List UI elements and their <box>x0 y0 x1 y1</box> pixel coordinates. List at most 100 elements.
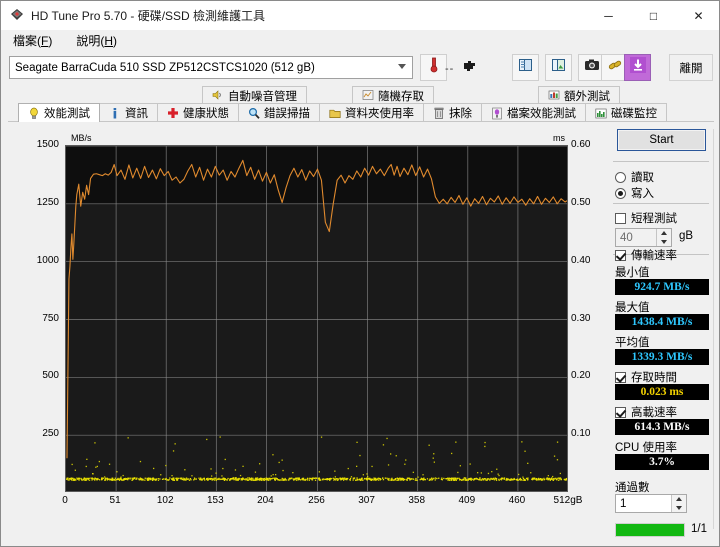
plugin-button[interactable] <box>456 54 483 81</box>
tab-strip: 自動噪音管理 隨機存取 額外測試 效能測試 資訊 健康狀態 錯誤掃描 資料夾使用… <box>8 86 714 122</box>
extra-test-icon <box>548 89 560 102</box>
passes-stepper[interactable] <box>671 495 686 512</box>
random-access-icon <box>362 89 374 102</box>
close-button[interactable]: ✕ <box>676 1 719 30</box>
burst-rate-label: 高載速率 <box>631 407 677 419</box>
y-axis-tick: 750 <box>42 312 59 324</box>
file-benchmark-icon <box>491 107 503 120</box>
control-panel: Start 讀取 寫入 短程測試 40 gB 傳輸速率 最小值 924.7 MB… <box>609 129 715 537</box>
magnifier-icon <box>248 107 260 120</box>
tab-info[interactable]: 資訊 <box>99 103 158 122</box>
health-cross-icon <box>167 107 179 120</box>
tab-erase[interactable]: 抹除 <box>423 103 482 122</box>
window-title: HD Tune Pro 5.70 - 硬碟/SSD 檢測維護工具 <box>31 8 266 23</box>
x-axis-tick: 358 <box>408 495 426 506</box>
minimize-button[interactable]: ─ <box>586 1 631 30</box>
x-axis-tick: 307 <box>358 495 375 506</box>
chevron-down-icon <box>398 64 406 69</box>
speaker-icon <box>212 89 224 102</box>
short-stroke-label: 短程測試 <box>631 213 677 225</box>
mode-write-radio[interactable]: 寫入 <box>615 185 654 201</box>
tab-error-scan[interactable]: 錯誤掃描 <box>238 103 320 122</box>
y2-axis-tick: 0.30 <box>571 312 591 324</box>
maximum-label: 最大值 <box>615 302 650 314</box>
stepper-up-icon <box>676 497 682 502</box>
tab-extra-tests[interactable]: 額外測試 <box>538 86 620 104</box>
y-axis-tick: 1000 <box>36 254 59 266</box>
radio-read-indicator <box>615 171 626 183</box>
plot-area <box>65 145 568 492</box>
trash-icon <box>433 107 445 120</box>
temperature-button[interactable] <box>420 54 447 81</box>
menu-file-accel: F <box>41 34 49 48</box>
tab-label: 檔案效能測試 <box>507 108 576 120</box>
burst-rate-checkbox[interactable]: 高載速率 <box>615 404 677 420</box>
y-axis-tick: 500 <box>42 370 59 382</box>
progress-bar-fill <box>616 524 684 536</box>
minimum-label: 最小值 <box>615 267 650 279</box>
tab-label: 資料夾使用率 <box>345 108 414 120</box>
exit-button[interactable]: 離開 <box>669 54 713 81</box>
tab-disk-monitor[interactable]: 磁碟監控 <box>585 103 667 122</box>
tab-row-top-aam: 自動噪音管理 <box>202 86 307 104</box>
short-stroke-value: 40 <box>620 231 633 244</box>
temperature-value: -- <box>445 63 455 75</box>
maximize-button[interactable]: □ <box>631 1 676 30</box>
stepper-down-icon <box>676 505 682 510</box>
mode-read-radio[interactable]: 讀取 <box>615 169 654 185</box>
download-icon <box>629 57 646 78</box>
y2-axis-tick: 0.50 <box>571 196 591 208</box>
menu-help[interactable]: 說明(H) <box>72 31 121 50</box>
copy-icon <box>518 57 534 78</box>
maximum-value: 1438.4 MB/s <box>615 314 709 330</box>
x-axis-tick: 512gB <box>553 495 583 506</box>
toolbar: Seagate BarraCuda 510 SSD ZP512CSTCS1020… <box>1 51 719 86</box>
menu-file[interactable]: 檔案(F) <box>9 31 56 50</box>
average-label: 平均值 <box>615 337 650 349</box>
x-axis-tick: 204 <box>257 495 274 506</box>
short-stroke-checkbox[interactable]: 短程測試 <box>615 210 677 226</box>
stepper-up-icon <box>661 231 667 236</box>
window-controls: ─ □ ✕ <box>586 1 719 30</box>
y-axis-tick: 1250 <box>36 196 59 208</box>
access-time-value: 0.023 ms <box>615 384 709 400</box>
short-stroke-input[interactable]: 40 <box>615 228 672 247</box>
tab-row-bottom: 效能測試 資訊 健康狀態 錯誤掃描 資料夾使用率 抹除 檔案效能測試 磁碟監控 <box>18 103 667 122</box>
mode-read-label: 讀取 <box>631 172 654 184</box>
copy-image-button[interactable] <box>545 54 572 81</box>
tab-label: 隨機存取 <box>378 90 424 103</box>
short-stroke-stepper[interactable] <box>656 229 671 246</box>
burst-rate-check-indicator <box>615 406 626 418</box>
x-axis-tick: 153 <box>206 495 224 506</box>
drive-select[interactable]: Seagate BarraCuda 510 SSD ZP512CSTCS1020… <box>9 56 413 79</box>
tab-health[interactable]: 健康狀態 <box>157 103 239 122</box>
x-axis-tick: 102 <box>156 495 174 506</box>
tab-benchmark[interactable]: 效能測試 <box>18 103 100 122</box>
tab-row-top-extra: 額外測試 <box>538 86 620 104</box>
access-time-checkbox[interactable]: 存取時間 <box>615 369 677 385</box>
burst-rate-value: 614.3 MB/s <box>615 419 709 435</box>
link-icon <box>607 57 623 78</box>
access-time-check-indicator <box>615 371 626 383</box>
plot-svg <box>66 146 567 491</box>
progress-text: 1/1 <box>691 523 707 535</box>
passes-value: 1 <box>620 497 627 510</box>
plugin-icon <box>462 58 477 78</box>
folder-icon <box>329 107 341 120</box>
x-axis-tick: 460 <box>508 495 526 506</box>
tab-auto-acoustic-management[interactable]: 自動噪音管理 <box>202 86 307 104</box>
tab-file-benchmark[interactable]: 檔案效能測試 <box>481 103 586 122</box>
transfer-rate-checkbox[interactable]: 傳輸速率 <box>615 247 677 263</box>
menu-file-label: 檔案 <box>13 34 38 48</box>
start-button[interactable]: Start <box>617 129 706 151</box>
temperature-icon <box>427 56 441 79</box>
passes-input[interactable]: 1 <box>615 494 687 513</box>
download-button[interactable] <box>624 54 651 81</box>
tab-random-access[interactable]: 隨機存取 <box>352 86 434 104</box>
copy-button[interactable] <box>512 54 539 81</box>
tab-folder-usage[interactable]: 資料夾使用率 <box>319 103 424 122</box>
tab-label: 抹除 <box>449 108 472 120</box>
benchmark-graph: MB/s ms 1500 1250 1000 750 500 250 0.60 0.50 0.… <box>15 133 601 511</box>
y2-axis-unit-label: ms <box>553 133 565 143</box>
transfer-rate-label: 傳輸速率 <box>631 250 677 262</box>
